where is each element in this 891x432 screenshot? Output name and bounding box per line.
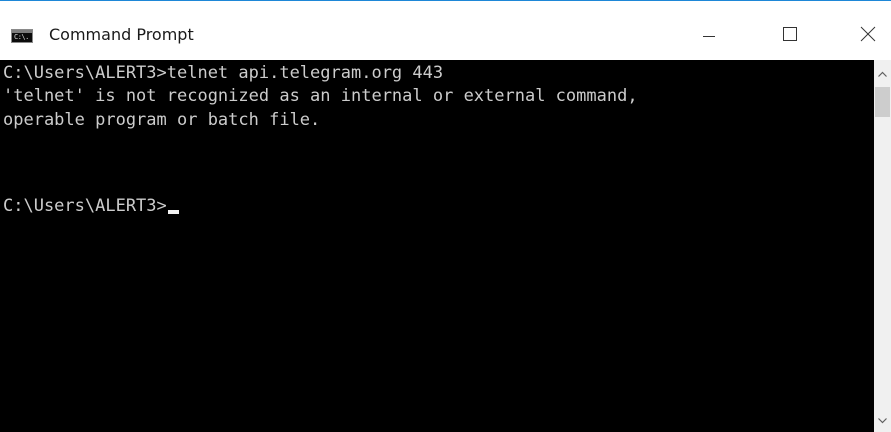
scroll-up-icon: [878, 71, 887, 77]
scroll-down-icon: [878, 418, 887, 424]
title-bar[interactable]: C:\. Command Prompt: [0, 1, 891, 60]
console-prompt: C:\Users\ALERT3>: [3, 196, 167, 216]
scroll-down-button[interactable]: [874, 412, 891, 429]
maximize-button[interactable]: [768, 1, 814, 60]
scroll-up-button[interactable]: [874, 66, 891, 83]
window-title: Command Prompt: [49, 25, 194, 44]
console-line: operable program or batch file.: [3, 110, 321, 130]
scroll-thumb[interactable]: [875, 87, 890, 117]
maximize-icon: [783, 27, 797, 41]
vertical-scrollbar[interactable]: [874, 60, 891, 432]
close-icon: [860, 26, 876, 42]
console-line: 'telnet' is not recognized as an interna…: [3, 86, 638, 106]
minimize-button[interactable]: [686, 1, 732, 60]
console-icon-glyph: C:\.: [14, 33, 29, 41]
command-prompt-window: C:\. Command Prompt C:\Users\ALERT3>teln…: [0, 0, 891, 432]
console-prompt-line[interactable]: C:\Users\ALERT3>: [3, 194, 179, 218]
console-line: C:\Users\ALERT3>telnet api.telegram.org …: [3, 63, 444, 83]
console-icon[interactable]: C:\.: [11, 29, 33, 43]
text-cursor: [167, 210, 179, 214]
close-button[interactable]: [845, 1, 891, 60]
console-output[interactable]: C:\Users\ALERT3>telnet api.telegram.org …: [0, 60, 874, 432]
minimize-icon: [703, 36, 715, 37]
